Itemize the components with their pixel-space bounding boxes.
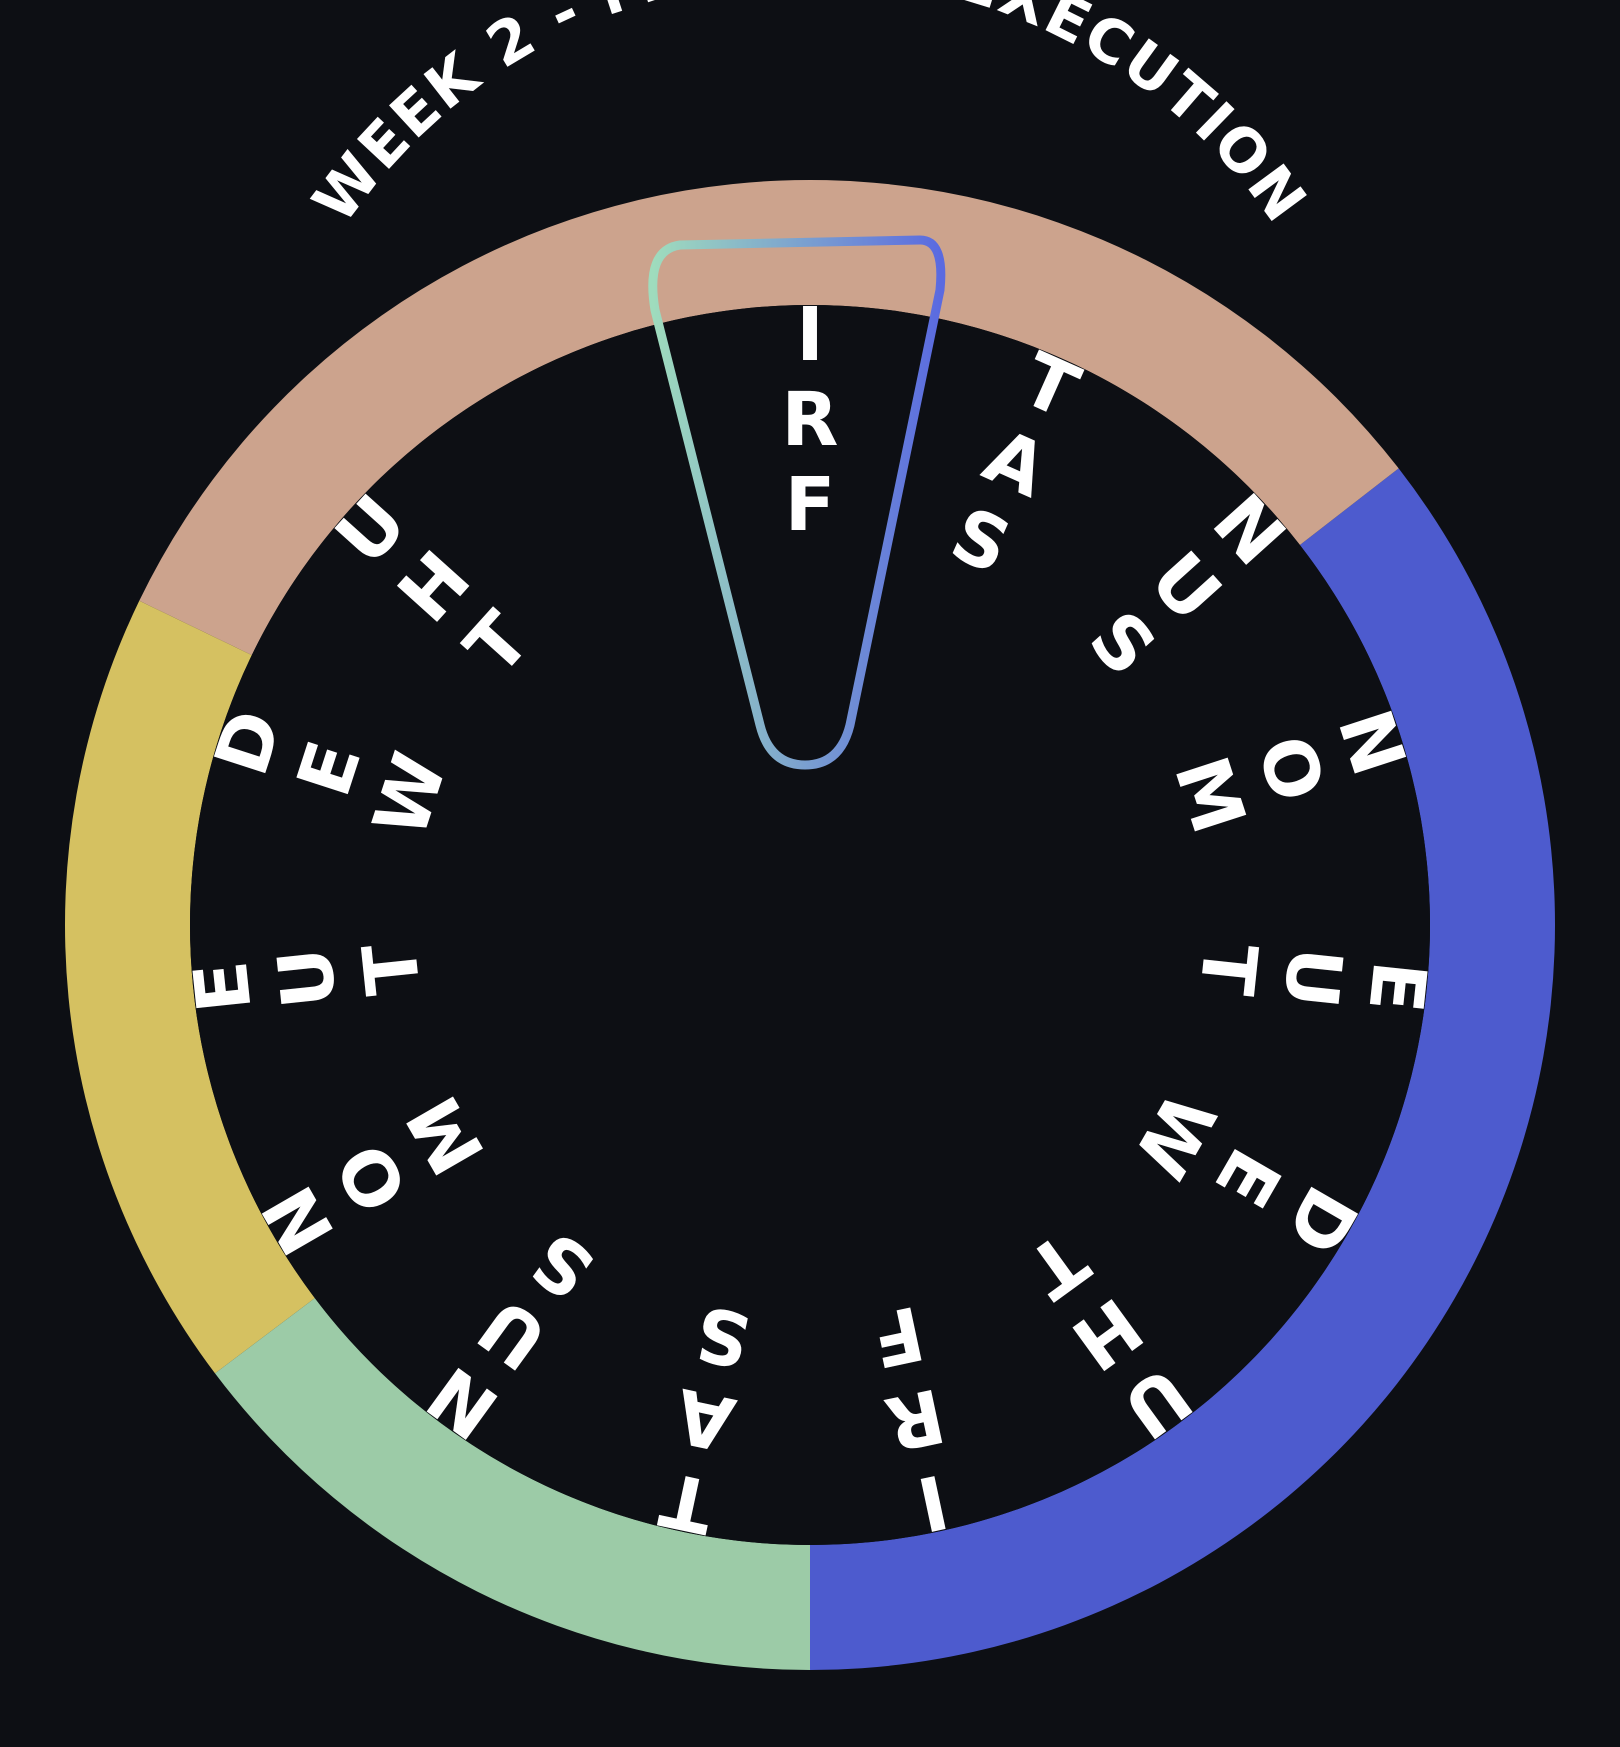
day-letter: T	[347, 939, 438, 999]
day-letter: I	[796, 292, 824, 378]
week-dial-diagram: WEEK 2 - MULTISIG EXECUTION FRISATSUNMON…	[0, 0, 1620, 1747]
day-letter: T	[1182, 939, 1273, 999]
day-letter: U	[1266, 943, 1358, 1012]
day-letter: U	[262, 943, 354, 1012]
day-letter: R	[782, 377, 839, 463]
day-letter: E	[1351, 957, 1442, 1016]
day-letter: E	[178, 957, 269, 1016]
day-letter: F	[785, 462, 836, 548]
